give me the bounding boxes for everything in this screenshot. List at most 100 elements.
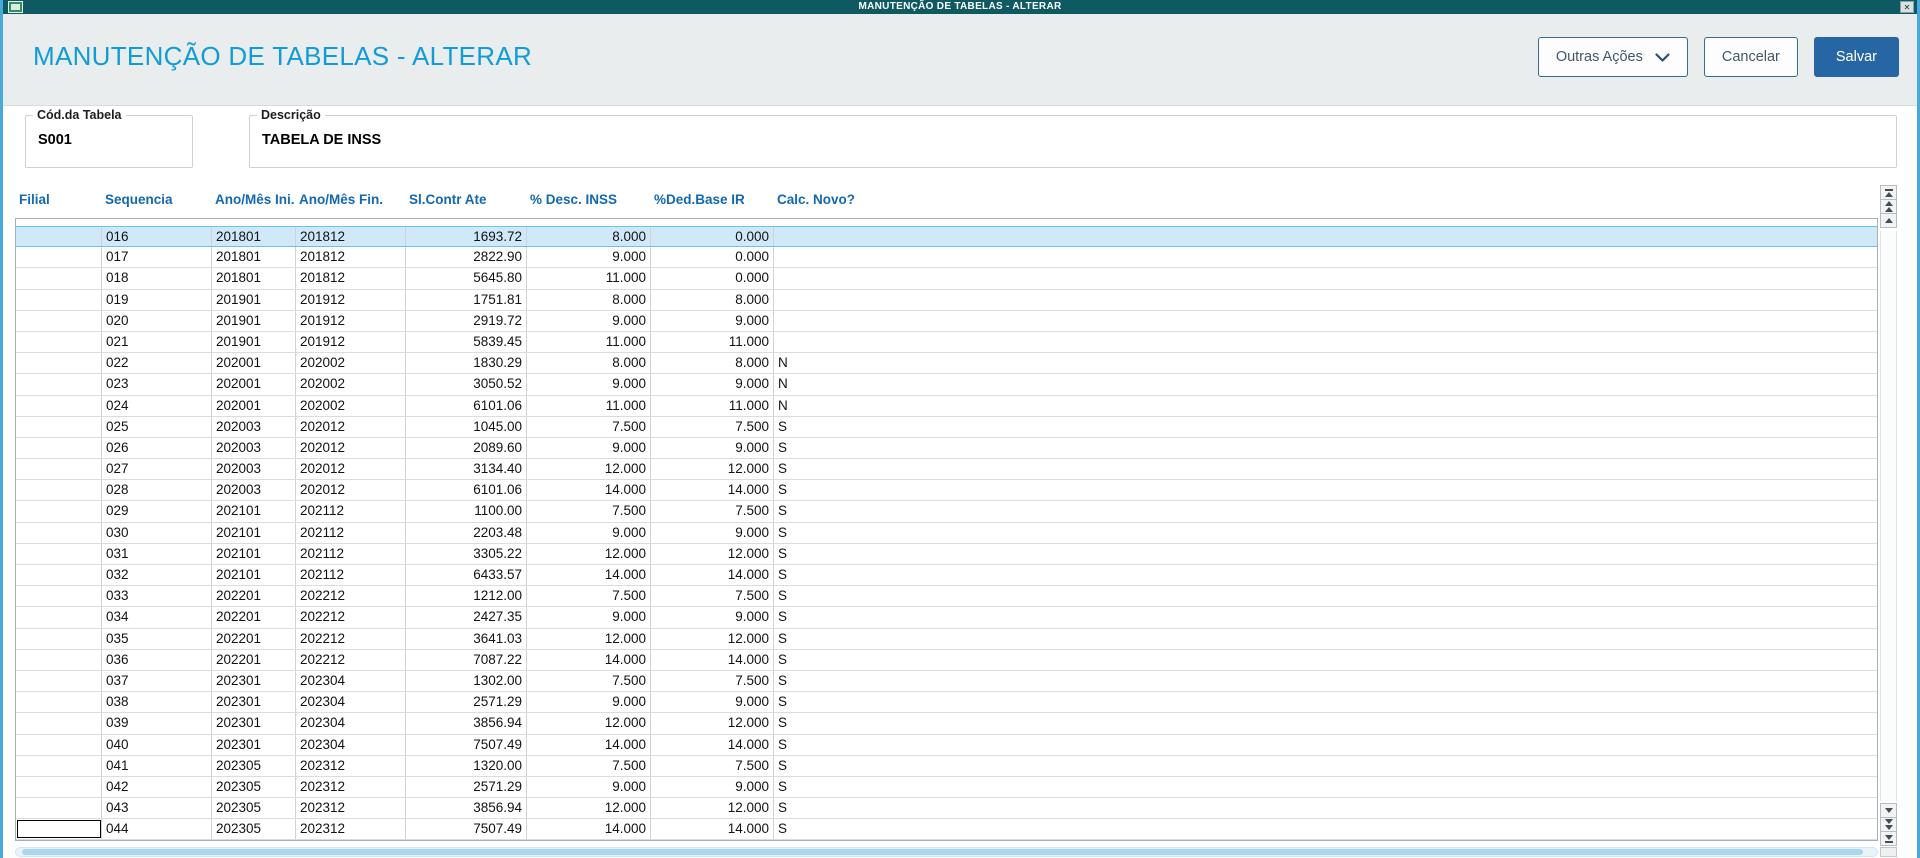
grid-cell-ano-mes-ini[interactable]: 201901 [212,331,296,353]
grid-cell-ano-mes-ini[interactable]: 202301 [212,713,296,734]
grid-cell-perc-desc-inss[interactable]: 14.000 [527,480,651,501]
grid-cell-perc-ded-base-ir[interactable]: 0.000 [651,247,774,268]
grid-cell-filial[interactable] [16,543,102,564]
grid-cell-sl-contr-ate[interactable]: 5645.80 [406,268,527,289]
grid-cell-sequencia[interactable]: 036 [102,649,212,670]
grid-cell-calc-novo[interactable]: S [774,544,1879,564]
grid-cell-sl-contr-ate[interactable]: 1751.81 [406,289,527,310]
grid-cell-calc-novo[interactable] [774,247,1879,267]
grid-cell-ano-mes-fin[interactable]: 202012 [296,480,406,501]
grid-cell-perc-ded-base-ir[interactable]: 7.500 [651,755,774,776]
grid-cell-perc-ded-base-ir[interactable]: 14.000 [651,734,774,755]
grid-cell-calc-novo[interactable]: S [774,756,1879,776]
grid-cell-perc-ded-base-ir[interactable]: 14.000 [651,649,774,670]
grid-cell-perc-ded-base-ir[interactable]: 12.000 [651,713,774,734]
grid-cell-sl-contr-ate[interactable]: 1320.00 [406,755,527,776]
grid-row[interactable]: 022 202001 202002 1830.29 8.000 8.000 N [16,353,1877,375]
grid-cell-sl-contr-ate[interactable]: 3305.22 [406,543,527,564]
grid-cell-sl-contr-ate[interactable]: 7507.49 [406,819,527,840]
grid-row[interactable]: 039 202301 202304 3856.94 12.000 12.000 S [16,713,1877,735]
grid-cell-ano-mes-ini[interactable]: 202305 [212,755,296,776]
grid-cell-ano-mes-ini[interactable]: 202101 [212,543,296,564]
description-input[interactable]: TABELA DE INSS [250,122,1896,148]
grid-cell-perc-desc-inss[interactable]: 14.000 [527,734,651,755]
grid-cell-perc-desc-inss[interactable]: 11.000 [527,268,651,289]
grid-cell-calc-novo[interactable]: S [774,735,1879,755]
grid-cell-sequencia[interactable]: 027 [102,459,212,480]
grid-cell-sl-contr-ate[interactable]: 1212.00 [406,586,527,607]
grid-cell-sequencia[interactable]: 018 [102,268,212,289]
grid-cell-perc-desc-inss[interactable]: 12.000 [527,628,651,649]
scroll-page-up-button[interactable] [1880,199,1897,214]
grid-cell-ano-mes-ini[interactable]: 202101 [212,522,296,543]
grid-cell-sl-contr-ate[interactable]: 6101.06 [406,395,527,416]
grid-cell-ano-mes-ini[interactable]: 201801 [212,268,296,289]
grid-row[interactable]: 027 202003 202012 3134.40 12.000 12.000 S [16,459,1877,481]
grid-cell-calc-novo[interactable]: S [774,692,1879,712]
grid-cell-sequencia[interactable]: 030 [102,522,212,543]
grid-cell-ano-mes-fin[interactable]: 201812 [296,268,406,289]
grid-cell-perc-ded-base-ir[interactable]: 9.000 [651,310,774,331]
grid-cell-sequencia[interactable]: 034 [102,607,212,628]
grid-cell-perc-ded-base-ir[interactable]: 9.000 [651,692,774,713]
grid-cell-filial[interactable] [16,310,102,331]
grid-cell-ano-mes-ini[interactable]: 202305 [212,798,296,819]
grid-cell-sequencia[interactable]: 040 [102,734,212,755]
grid-cell-filial[interactable] [16,501,102,522]
grid-cell-ano-mes-fin[interactable]: 202304 [296,734,406,755]
grid-cell-filial[interactable] [16,798,102,819]
grid-row[interactable]: 041 202305 202312 1320.00 7.500 7.500 S [16,755,1879,777]
grid-cell-sequencia[interactable]: 037 [102,670,212,692]
grid-row[interactable]: 025 202003 202012 1045.00 7.500 7.500 S [16,416,1877,438]
grid-cell-ano-mes-fin[interactable]: 202012 [296,459,406,480]
grid-cell-ano-mes-fin[interactable]: 201812 [296,247,406,268]
scroll-down-button[interactable] [1880,803,1897,818]
grid-row[interactable]: 020 201901 201912 2919.72 9.000 9.000 [16,310,1879,332]
scroll-to-top-button[interactable] [1880,185,1897,200]
grid-cell-sl-contr-ate[interactable]: 1830.29 [406,353,527,374]
grid-cell-calc-novo[interactable] [774,290,1879,310]
grid-cell-sequencia[interactable]: 026 [102,437,212,459]
grid-cell-filial[interactable] [16,755,102,776]
grid-row[interactable]: 033 202201 202212 1212.00 7.500 7.500 S [16,586,1877,608]
grid-cell-sl-contr-ate[interactable]: 2919.72 [406,310,527,331]
grid-cell-calc-novo[interactable]: S [774,819,1879,839]
grid-row[interactable]: 040 202301 202304 7507.49 14.000 14.000 S [16,734,1879,756]
grid-cell-ano-mes-fin[interactable]: 202304 [296,713,406,734]
grid-cell-perc-desc-inss[interactable]: 9.000 [527,522,651,543]
grid-cell-ano-mes-ini[interactable]: 202305 [212,776,296,798]
grid-cell-ano-mes-fin[interactable]: 202304 [296,692,406,713]
grid-cell-sequencia[interactable]: 025 [102,416,212,437]
grid-cell-ano-mes-ini[interactable]: 201901 [212,310,296,331]
grid-cell-filial[interactable] [16,247,102,268]
grid-cell-ano-mes-fin[interactable]: 202312 [296,755,406,776]
grid-cell-sequencia[interactable]: 016 [102,227,212,247]
grid-cell-ano-mes-fin[interactable]: 202012 [296,416,406,437]
grid-cell-ano-mes-fin[interactable]: 202212 [296,586,406,607]
grid-row[interactable]: 028 202003 202012 6101.06 14.000 14.000 S [16,480,1879,502]
grid-cell-perc-ded-base-ir[interactable]: 12.000 [651,543,774,564]
cancel-button[interactable]: Cancelar [1703,37,1798,77]
grid-cell-calc-novo[interactable] [774,311,1879,331]
grid-cell-sequencia[interactable]: 035 [102,628,212,649]
grid-cell-ano-mes-ini[interactable]: 201901 [212,289,296,310]
grid-row[interactable]: 026 202003 202012 2089.60 9.000 9.000 S [16,437,1877,460]
grid-cell-calc-novo[interactable]: S [774,565,1879,585]
grid-cell-calc-novo[interactable]: S [774,480,1879,500]
grid-cell-perc-ded-base-ir[interactable]: 8.000 [651,353,774,374]
grid-cell-perc-ded-base-ir[interactable]: 7.500 [651,501,774,522]
grid-row[interactable]: 031 202101 202112 3305.22 12.000 12.000 S [16,543,1879,565]
grid-cell-ano-mes-fin[interactable]: 202112 [296,522,406,543]
grid-cell-filial[interactable] [16,289,102,310]
grid-cell-ano-mes-ini[interactable]: 202001 [212,374,296,395]
grid-cell-ano-mes-fin[interactable]: 201912 [296,310,406,331]
grid-cell-ano-mes-ini[interactable]: 202301 [212,734,296,755]
grid-cell-sequencia[interactable]: 044 [102,819,212,840]
grid-cell-filial[interactable] [16,331,102,353]
grid-cell-sequencia[interactable]: 033 [102,586,212,607]
grid-cell-perc-desc-inss[interactable]: 14.000 [527,819,651,840]
grid-cell-sequencia[interactable]: 021 [102,331,212,353]
scroll-up-button[interactable] [1880,213,1897,228]
grid-cell-calc-novo[interactable]: S [774,671,1879,691]
grid-cell-perc-ded-base-ir[interactable]: 14.000 [651,480,774,501]
